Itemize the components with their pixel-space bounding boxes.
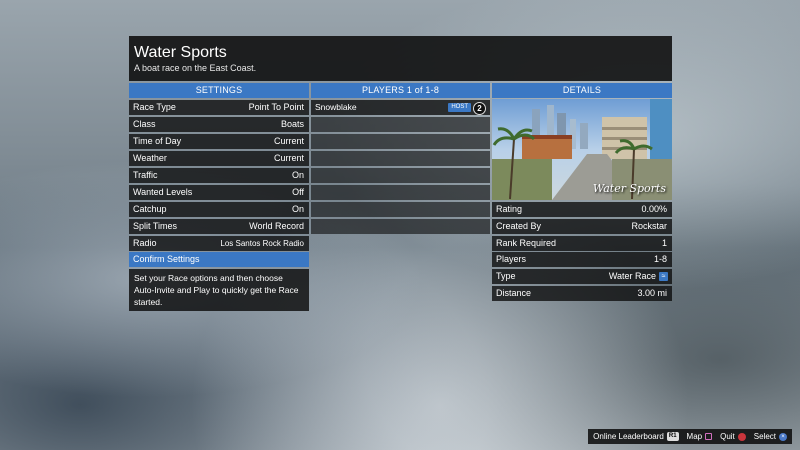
quit-label: Quit: [720, 432, 735, 441]
setting-label: Weather: [133, 153, 167, 163]
detail-value: Rockstar: [631, 221, 667, 231]
online-leaderboard-label: Online Leaderboard: [593, 432, 664, 441]
cross-button-icon: ×: [779, 432, 787, 441]
setting-label: Traffic: [133, 170, 158, 180]
square-button-icon: [705, 433, 713, 440]
map-label: Map: [686, 432, 703, 441]
setting-wanted-levels[interactable]: Wanted Levels Off: [129, 185, 309, 200]
player-name: Snowblake: [315, 102, 357, 112]
detail-value: Water Race ≈: [609, 269, 668, 284]
detail-label: Created By: [496, 221, 542, 231]
detail-value: 1: [661, 238, 667, 248]
player-row[interactable]: Snowblake HOST 2: [311, 100, 490, 115]
detail-value: 1-8: [653, 254, 667, 264]
details-header: DETAILS: [492, 83, 672, 98]
detail-label: Rating: [496, 204, 523, 214]
detail-created-by: Created By Rockstar: [492, 219, 672, 234]
map-prompt[interactable]: Map: [687, 429, 713, 444]
empty-player-slot: [311, 134, 490, 149]
setting-label: Time of Day: [133, 136, 182, 146]
quit-prompt[interactable]: Quit: [720, 429, 746, 444]
detail-label: Distance: [496, 288, 532, 298]
setting-label: Race Type: [133, 102, 176, 112]
setting-race-type[interactable]: Race Type Point To Point: [129, 100, 309, 115]
setting-label: Split Times: [133, 221, 178, 231]
setting-label: Radio: [133, 238, 157, 248]
detail-players: Players 1-8: [492, 252, 672, 267]
setting-catchup[interactable]: Catchup On: [129, 202, 309, 217]
setting-value: Off: [292, 187, 304, 197]
confirm-settings-label: Confirm Settings: [133, 254, 200, 264]
detail-label: Players: [496, 254, 527, 264]
detail-label: Type: [496, 271, 516, 281]
setting-class[interactable]: Class Boats: [129, 117, 309, 132]
confirm-settings-button[interactable]: Confirm Settings: [129, 252, 309, 267]
detail-rank-required: Rank Required 1: [492, 236, 672, 251]
setting-value: Los Santos Rock Radio: [220, 239, 304, 248]
settings-header: SETTINGS: [129, 83, 309, 98]
detail-type: Type Water Race ≈: [492, 269, 672, 284]
rank-badge: 2: [473, 102, 486, 115]
setting-value: Current: [273, 153, 304, 163]
detail-value: 3.00 mi: [637, 288, 667, 298]
setting-value: Point To Point: [248, 102, 304, 112]
setting-value: Boats: [280, 119, 304, 129]
host-badge: HOST: [448, 103, 471, 112]
circle-button-icon: [737, 432, 746, 441]
empty-player-slot: [311, 202, 490, 217]
setting-radio[interactable]: Radio Los Santos Rock Radio: [129, 236, 309, 251]
select-prompt[interactable]: Select ×: [754, 429, 787, 444]
empty-player-slot: [311, 219, 490, 234]
empty-player-slot: [311, 168, 490, 183]
empty-player-slot: [311, 185, 490, 200]
empty-player-slot: [311, 117, 490, 132]
setting-value: On: [291, 204, 304, 214]
detail-value: 0.00%: [641, 204, 667, 214]
setting-label: Catchup: [133, 204, 167, 214]
setting-split-times[interactable]: Split Times World Record: [129, 219, 309, 234]
detail-type-text: Water Race: [608, 271, 656, 281]
setting-label: Class: [133, 119, 156, 129]
r1-button-icon: R1: [666, 432, 679, 441]
setting-value: World Record: [249, 221, 304, 231]
online-leaderboard-prompt[interactable]: Online Leaderboard R1: [593, 429, 679, 444]
select-label: Select: [753, 432, 776, 441]
button-prompt-bar: Online Leaderboard R1 Map Quit Select ×: [588, 429, 792, 444]
detail-rating: Rating 0.00%: [492, 202, 672, 217]
setting-traffic[interactable]: Traffic On: [129, 168, 309, 183]
title-panel: Water Sports A boat race on the East Coa…: [129, 36, 672, 81]
setting-value: On: [291, 170, 304, 180]
setting-value: Current: [273, 136, 304, 146]
empty-player-slot: [311, 151, 490, 166]
setting-label: Wanted Levels: [133, 187, 193, 197]
page-subtitle: A boat race on the East Coast.: [134, 63, 257, 73]
players-header: PLAYERS 1 of 1-8: [311, 83, 490, 98]
setting-time-of-day[interactable]: Time of Day Current: [129, 134, 309, 149]
race-preview-image: Water Sports: [492, 99, 672, 200]
preview-caption: Water Sports: [592, 182, 666, 195]
page-title: Water Sports: [134, 44, 227, 61]
info-text: Set your Race options and then choose Au…: [129, 269, 309, 311]
detail-label: Rank Required: [496, 238, 557, 248]
detail-distance: Distance 3.00 mi: [492, 286, 672, 301]
setting-weather[interactable]: Weather Current: [129, 151, 309, 166]
water-race-icon: ≈: [659, 272, 668, 282]
